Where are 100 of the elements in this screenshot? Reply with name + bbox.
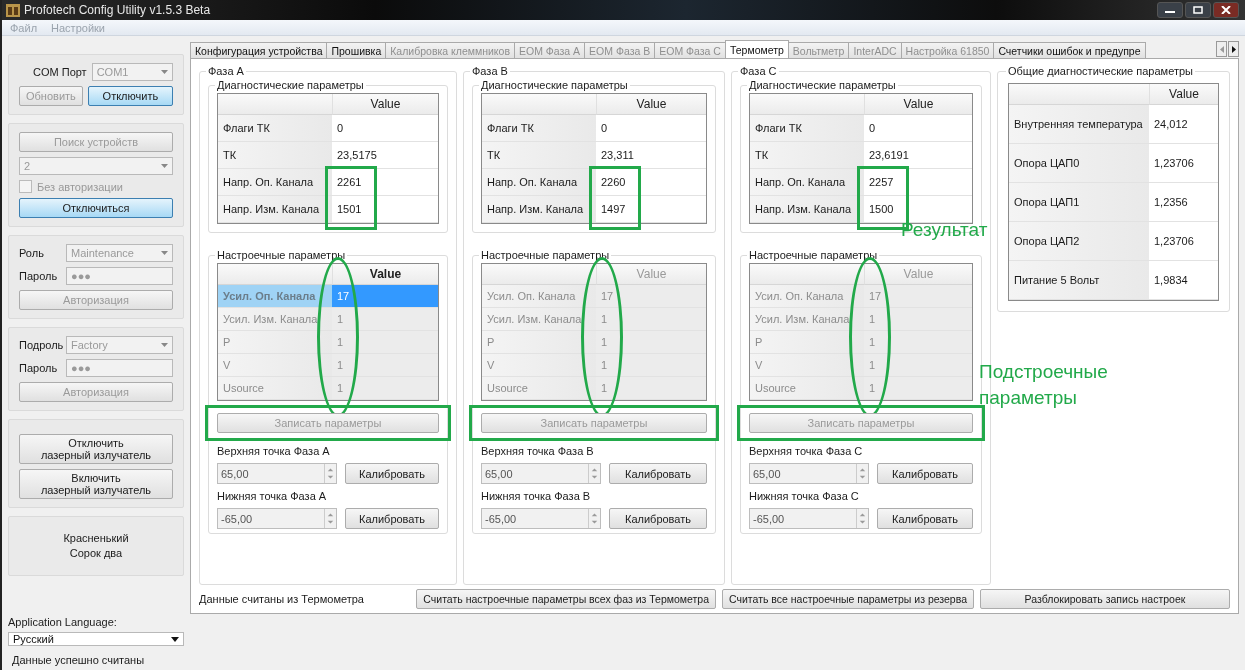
window-title: Profotech Config Utility v1.5.3 Beta [24,3,211,17]
read-button[interactable]: Считать настроечные параметры всех фаз из Термометра [416,589,717,609]
table-cell: 2257 [864,169,972,196]
status-text: Данные считаны из Термометра [199,593,365,605]
password-field[interactable]: ●●● [66,267,173,285]
table-cell[interactable]: 17 [864,285,972,308]
calibrate-button[interactable]: Калибровать [877,508,973,529]
group-title: Диагностические параметры [748,79,897,91]
row-label[interactable]: Usource [218,377,332,400]
table-cell[interactable]: 1 [596,331,706,354]
dropdown-arrow-icon [161,251,168,255]
table-header: Value [864,264,972,285]
group-title: Фаза C [739,65,778,77]
row-label[interactable]: Усил. Оп. Канала [750,285,864,308]
spin-field[interactable]: -65,00 [749,508,869,529]
field-label: Нижняя точка Фаза B [481,490,592,502]
table-cell[interactable]: 1 [864,331,972,354]
dropdown-arrow-icon [161,164,168,168]
read-button[interactable]: Считать все настроечные параметры из резерва [722,589,974,609]
row-label[interactable]: Усил. Оп. Канала [218,285,332,308]
table-cell[interactable]: 17 [596,285,706,308]
calibrate-button[interactable]: Калибровать [609,508,707,529]
row-label[interactable]: Usource [482,377,596,400]
disconnect-button[interactable]: Отключить [87,86,173,106]
close-button[interactable] [1213,2,1239,18]
row-label[interactable]: P [218,331,332,354]
row-label[interactable]: Усил. Оп. Канала [482,285,596,308]
table-cell: 23,5175 [332,142,438,169]
spin-arrows-icon [588,464,600,483]
language-dropdown[interactable]: Русский [8,632,184,646]
calibrate-button[interactable]: Калибровать [345,463,439,484]
table-cell[interactable]: 1 [332,331,438,354]
spin-arrows-icon [856,464,868,483]
field-label: Application Language: [8,616,118,628]
field-label: Подроль [19,339,61,351]
tab[interactable]: Прошивка [326,42,387,58]
field-label: Нижняя точка Фаза C [749,490,860,502]
spin-field[interactable]: -65,00 [217,508,337,529]
spin-arrows-icon [324,509,336,528]
maximize-icon [1193,6,1203,14]
table-header: Value [596,264,706,285]
table-cell: 0 [864,115,972,142]
table-cell[interactable]: 17 [332,285,438,308]
calibrate-button[interactable]: Калибровать [345,508,439,529]
dropdown-arrow-icon [161,70,168,74]
table-cell[interactable]: 1 [332,308,438,331]
row-label: Напр. Изм. Канала [218,196,332,223]
row-label[interactable]: P [482,331,596,354]
disconnect-button[interactable]: Отключиться [19,198,173,218]
scroll-right-icon[interactable] [1228,41,1239,57]
row-label[interactable]: Усил. Изм. Канала [750,308,864,331]
maximize-button[interactable] [1185,2,1211,18]
table-cell[interactable]: 1 [332,377,438,400]
calibrate-button[interactable]: Калибровать [609,463,707,484]
laser-button[interactable]: Включить лазерный излучатель [19,469,173,499]
row-label: ТК [482,142,596,169]
row-label[interactable]: V [750,354,864,377]
row-label: Флаги ТК [482,115,596,142]
row-label: Флаги ТК [218,115,332,142]
password-field[interactable]: ●●● [66,359,173,377]
group-title: Настроечные параметры [480,249,611,261]
tab[interactable]: Счетчики ошибок и предупре [993,42,1146,58]
table-cell: 0 [596,115,706,142]
table-cell[interactable]: 1 [596,308,706,331]
spin-field[interactable]: 65,00 [749,463,869,484]
field-label: COM Порт [33,66,87,78]
tab[interactable]: Термометр [724,40,789,58]
spin-field[interactable]: -65,00 [481,508,601,529]
read-button[interactable]: Разблокировать запись настроек [980,589,1230,609]
tab[interactable]: Конфигурация устройства [190,42,328,58]
table-cell: 1500 [864,196,972,223]
row-label[interactable]: Усил. Изм. Канала [218,308,332,331]
field-label: Нижняя точка Фаза A [217,490,328,502]
row-label: ТК [750,142,864,169]
table-header: Value [596,94,706,115]
row-label: Опора ЦАП2 [1009,222,1149,261]
role-dropdown[interactable]: Factory [66,336,173,354]
spin-field[interactable]: 65,00 [481,463,601,484]
row-label[interactable]: Усил. Изм. Канала [482,308,596,331]
table-cell[interactable]: 1 [864,308,972,331]
group-title: Диагностические параметры [216,79,365,91]
table-cell[interactable]: 1 [596,354,706,377]
row-label: Напр. Оп. Канала [482,169,596,196]
status-text: Данные успешно считаны [12,654,145,666]
row-label[interactable]: P [750,331,864,354]
minimize-button[interactable] [1157,2,1183,18]
table-cell[interactable]: 1 [596,377,706,400]
role-dropdown[interactable]: Maintenance [66,244,173,262]
spin-field[interactable]: 65,00 [217,463,337,484]
table-cell[interactable]: 1 [864,377,972,400]
table-cell[interactable]: 1 [332,354,438,377]
row-label[interactable]: V [482,354,596,377]
table-cell[interactable]: 1 [864,354,972,377]
table-cell: 24,012 [1149,105,1218,144]
table-header: Value [332,94,438,115]
row-label[interactable]: Usource [750,377,864,400]
laser-button[interactable]: Отключить лазерный излучатель [19,434,173,464]
row-label[interactable]: V [218,354,332,377]
table-cell: 1497 [596,196,706,223]
calibrate-button[interactable]: Калибровать [877,463,973,484]
